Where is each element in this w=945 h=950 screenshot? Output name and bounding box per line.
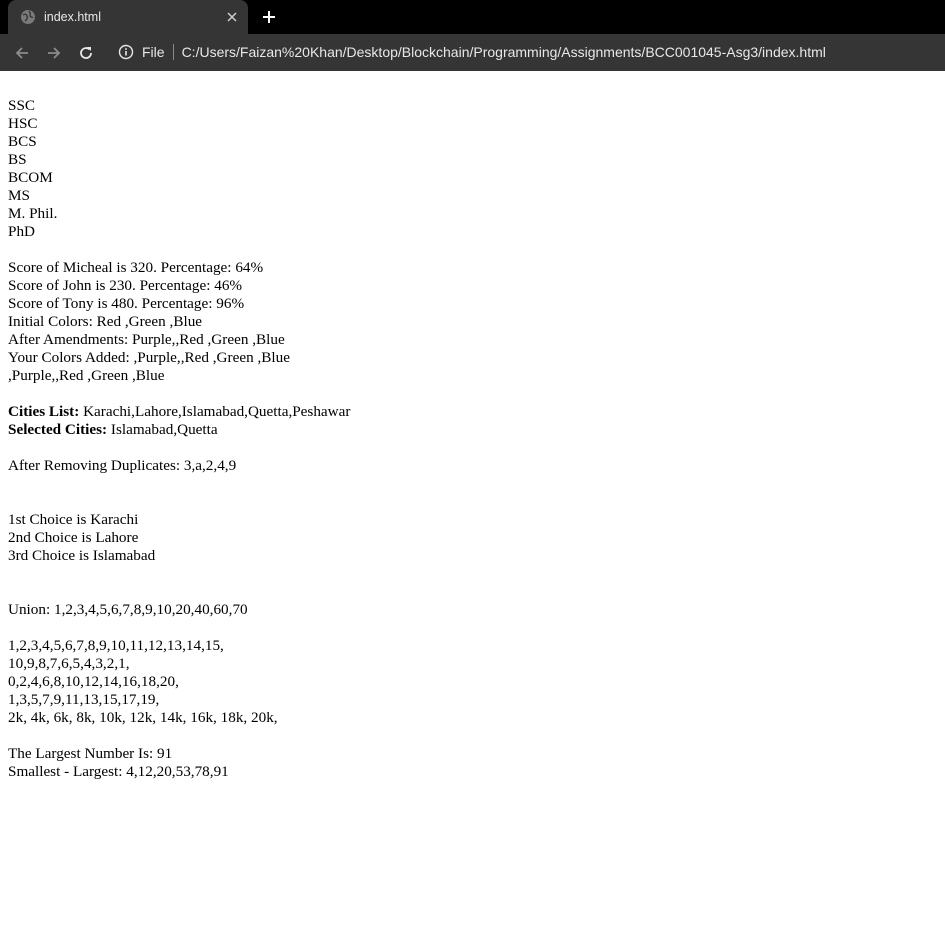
arrow-right-icon[interactable]	[40, 39, 68, 67]
selected-cities-label: Selected Cities:	[8, 421, 108, 438]
degree-item: MS	[8, 187, 30, 204]
degree-item: BCOM	[8, 169, 53, 186]
choice-line: 1st Choice is Karachi	[8, 511, 139, 528]
info-icon[interactable]	[118, 44, 134, 60]
sequence-line: 1,3,5,7,9,11,13,15,17,19,	[8, 691, 160, 708]
degree-item: PhD	[8, 223, 36, 240]
colors-line: ,Purple,,Red ,Green ,Blue	[8, 367, 165, 384]
omnibox-divider	[172, 44, 174, 60]
degree-item: BS	[8, 151, 27, 168]
plus-icon[interactable]	[258, 6, 280, 28]
globe-icon	[20, 9, 36, 25]
cities-block: Cities List: Karachi,Lahore,Islamabad,Qu…	[8, 403, 937, 439]
sequence-line: 2k, 4k, 6k, 8k, 10k, 12k, 14k, 16k, 18k,…	[8, 709, 278, 726]
choice-line: 2nd Choice is Lahore	[8, 529, 139, 546]
degree-item: SSC	[8, 97, 36, 114]
selected-cities-value: Islamabad,Quetta	[107, 421, 218, 438]
duplicates-line: After Removing Duplicates: 3,a,2,4,9	[8, 457, 237, 474]
degree-item: BCS	[8, 133, 37, 150]
reload-icon[interactable]	[72, 39, 100, 67]
score-line: Score of Micheal is 320. Percentage: 64%	[8, 259, 264, 276]
colors-line: After Amendments: Purple,,Red ,Green ,Bl…	[8, 331, 285, 348]
scores-block: Score of Micheal is 320. Percentage: 64%…	[8, 259, 937, 313]
sequence-line: 0,2,4,6,8,10,12,14,16,18,20,	[8, 673, 179, 690]
sorted-line: Smallest - Largest: 4,12,20,53,78,91	[8, 763, 229, 780]
degree-item: M. Phil.	[8, 205, 58, 222]
page-content: SSC HSC BCS BS BCOM MS M. Phil. PhD Scor…	[0, 71, 945, 781]
url-text[interactable]: C:/Users/Faizan%20Khan/Desktop/Blockchai…	[182, 44, 826, 60]
address-bar[interactable]: File C:/Users/Faizan%20Khan/Desktop/Bloc…	[108, 38, 945, 66]
arrow-left-icon[interactable]	[8, 39, 36, 67]
score-line: Score of John is 230. Percentage: 46%	[8, 277, 243, 294]
degree-list: SSC HSC BCS BS BCOM MS M. Phil. PhD	[8, 97, 937, 241]
close-icon[interactable]	[222, 7, 242, 27]
union-line: Union: 1,2,3,4,5,6,7,8,9,10,20,40,60,70	[8, 601, 248, 618]
cities-list-label: Cities List:	[8, 403, 80, 420]
colors-line: Your Colors Added: ,Purple,,Red ,Green ,…	[8, 349, 290, 366]
sequence-line: 10,9,8,7,6,5,4,3,2,1,	[8, 655, 130, 672]
degree-item: HSC	[8, 115, 38, 132]
browser-tab[interactable]: index.html	[8, 0, 248, 34]
tab-strip: index.html	[0, 0, 945, 34]
cities-list: Cities List: Karachi,Lahore,Islamabad,Qu…	[8, 403, 937, 421]
scheme-label: File	[142, 44, 165, 60]
sequence-line: 1,2,3,4,5,6,7,8,9,10,11,12,13,14,15,	[8, 637, 224, 654]
choices-block: 1st Choice is Karachi 2nd Choice is Laho…	[8, 511, 937, 565]
score-line: Score of Tony is 480. Percentage: 96%	[8, 295, 245, 312]
sequences-block: 1,2,3,4,5,6,7,8,9,10,11,12,13,14,15, 10,…	[8, 637, 937, 727]
choice-line: 3rd Choice is Islamabad	[8, 547, 156, 564]
colors-block: Initial Colors: Red ,Green ,Blue After A…	[8, 313, 937, 385]
largest-number-line: The Largest Number Is: 91	[8, 745, 173, 762]
browser-toolbar: File C:/Users/Faizan%20Khan/Desktop/Bloc…	[0, 34, 945, 71]
colors-line: Initial Colors: Red ,Green ,Blue	[8, 313, 203, 330]
cities-list-value: Karachi,Lahore,Islamabad,Quetta,Peshawar	[79, 403, 351, 420]
tab-title: index.html	[44, 10, 101, 24]
selected-cities: Selected Cities: Islamabad,Quetta	[8, 421, 937, 439]
